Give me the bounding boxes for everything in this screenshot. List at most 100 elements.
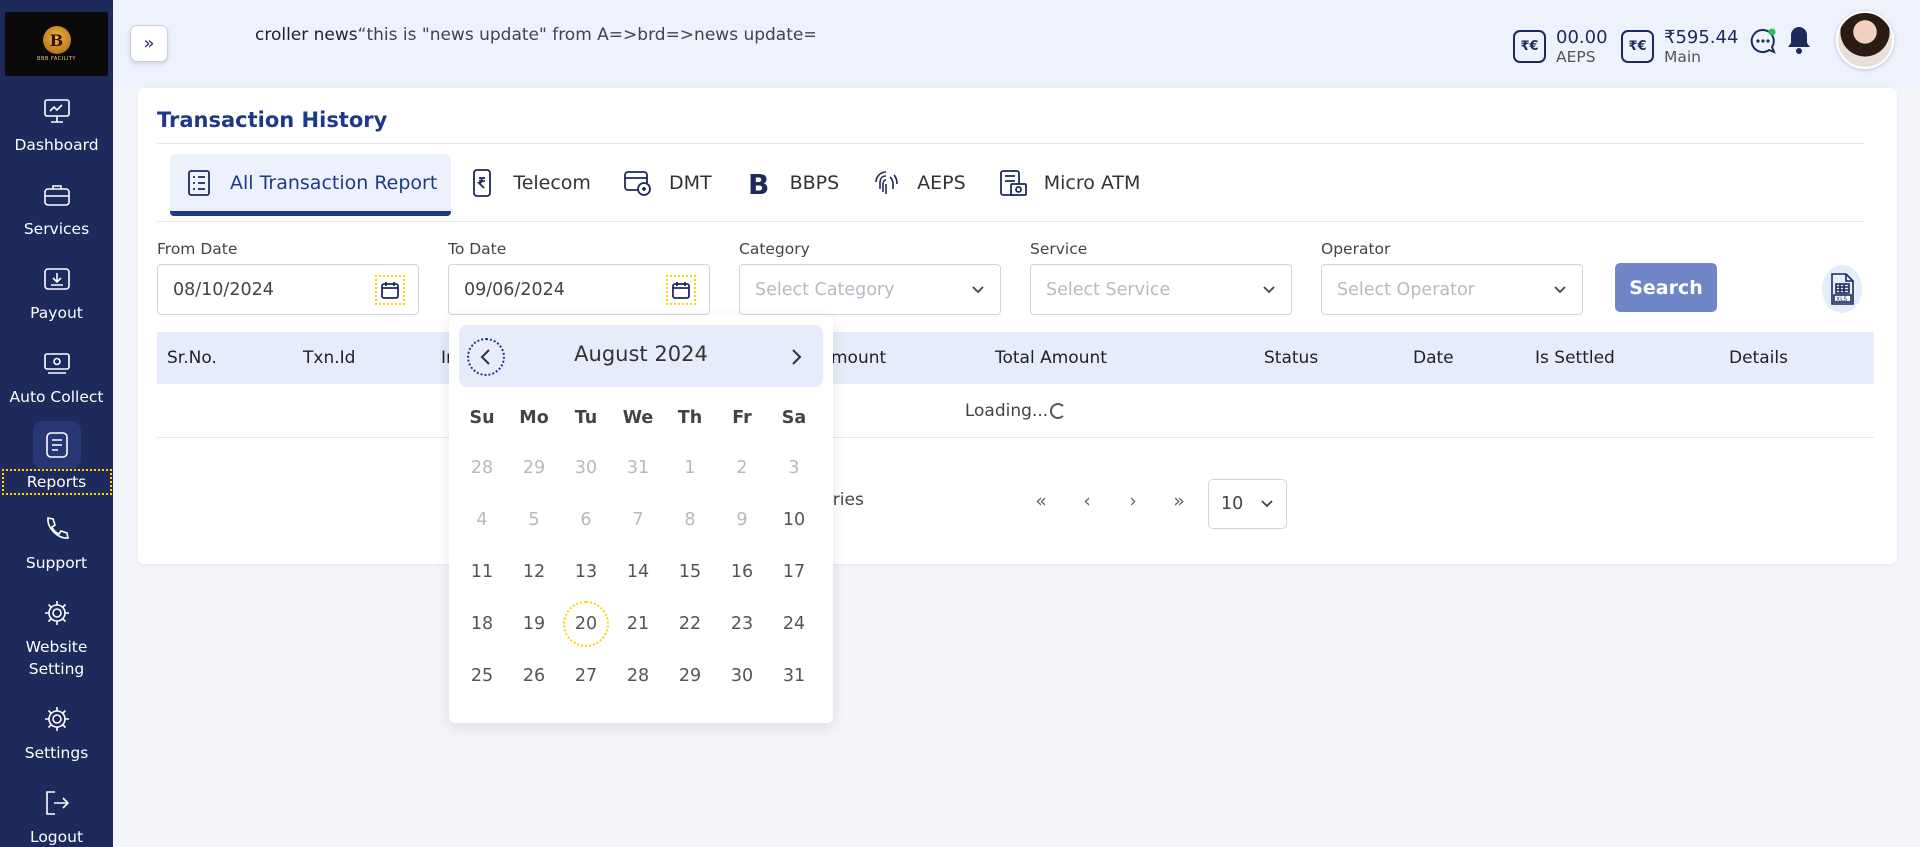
last-page-button[interactable]: »: [1156, 486, 1202, 516]
column-header: Status: [1264, 348, 1319, 368]
calendar-day[interactable]: 14: [615, 549, 661, 595]
tab-dmt[interactable]: DMT: [607, 154, 728, 212]
chevron-down-icon: [1260, 494, 1274, 514]
field-label: Category: [739, 240, 810, 258]
sidebar-item-label: Services: [23, 220, 90, 238]
wallet-label: Main: [1664, 48, 1702, 66]
tab-aeps[interactable]: AEPS: [855, 154, 982, 212]
first-page-button[interactable]: «: [1018, 486, 1064, 516]
calendar-day[interactable]: 18: [459, 601, 505, 647]
calendar-day[interactable]: 12: [511, 549, 557, 595]
calendar-day[interactable]: 24: [771, 601, 817, 647]
from-date-input[interactable]: 08/10/2024: [157, 264, 419, 315]
operator-select[interactable]: Select Operator: [1321, 264, 1583, 315]
calendar-day[interactable]: 7: [615, 497, 661, 543]
calendar-day[interactable]: 26: [511, 653, 557, 699]
rupee-wallet-icon: ₹€: [1513, 30, 1546, 63]
calendar-day[interactable]: 6: [563, 497, 609, 543]
chat-icon[interactable]: [1748, 26, 1778, 60]
export-xls-icon[interactable]: XLS: [1822, 265, 1862, 313]
calendar-icon[interactable]: [375, 274, 405, 305]
next-month-button[interactable]: [779, 340, 813, 374]
calendar-day[interactable]: 23: [719, 601, 765, 647]
sidebar-item-label: Support: [25, 554, 88, 572]
next-page-button[interactable]: ›: [1110, 486, 1156, 516]
top-bar: » croller news“this is "news update" fro…: [113, 0, 1920, 88]
column-header: Date: [1413, 348, 1454, 368]
field-value: 08/10/2024: [173, 279, 274, 300]
page-size-select[interactable]: 10: [1208, 479, 1287, 529]
calendar-day[interactable]: 29: [511, 445, 557, 491]
atm-icon: [998, 168, 1028, 198]
calendar-day[interactable]: 20: [563, 601, 609, 647]
sidebar-item-logout[interactable]: Logout: [0, 786, 113, 847]
sidebar-item-services[interactable]: Services: [0, 178, 113, 240]
ticker-lead: croller news: [255, 25, 358, 45]
calendar-day[interactable]: 31: [615, 445, 661, 491]
calendar-day[interactable]: 28: [459, 445, 505, 491]
calendar-day[interactable]: 28: [615, 653, 661, 699]
month-label[interactable]: August: [574, 342, 648, 366]
field-value: 09/06/2024: [464, 279, 565, 300]
calendar-day[interactable]: 5: [511, 497, 557, 543]
wallet-aeps[interactable]: ₹€ 00.00 AEPS: [1513, 28, 1608, 67]
tab-label: DMT: [668, 172, 712, 194]
calendar-day[interactable]: 19: [511, 601, 557, 647]
tab-all-transaction-report[interactable]: All Transaction Report: [170, 154, 452, 216]
calendar-day[interactable]: 27: [563, 653, 609, 699]
wallet-main[interactable]: ₹€ ₹595.44 Main: [1621, 28, 1738, 67]
calendar-day[interactable]: 30: [563, 445, 609, 491]
calendar-day[interactable]: 1: [667, 445, 713, 491]
sidebar-item-settings[interactable]: Settings: [0, 702, 113, 764]
expand-sidebar-button[interactable]: »: [130, 25, 168, 62]
rupee-wallet-icon: ₹€: [1621, 30, 1654, 63]
avatar[interactable]: [1836, 11, 1894, 69]
calendar-day[interactable]: 8: [667, 497, 713, 543]
calendar-day[interactable]: 17: [771, 549, 817, 595]
to-date-input[interactable]: 09/06/2024: [448, 264, 710, 315]
tab-bbps[interactable]: B BBPS: [728, 154, 856, 212]
news-ticker: croller news“this is "news update" from …: [255, 25, 815, 45]
prev-page-button[interactable]: ‹: [1064, 486, 1110, 516]
operator-field: Operator Select Operator: [1321, 240, 1583, 315]
tab-micro-atm[interactable]: Micro ATM: [982, 154, 1157, 212]
calendar-day[interactable]: 10: [771, 497, 817, 543]
calendar-icon[interactable]: [666, 274, 696, 305]
calendar-day[interactable]: 16: [719, 549, 765, 595]
logo-mark-icon: B: [42, 26, 71, 54]
year-label[interactable]: 2024: [654, 342, 707, 366]
sidebar-item-auto-collect[interactable]: Auto Collect: [0, 346, 113, 408]
calendar-day[interactable]: 25: [459, 653, 505, 699]
column-header: Txn.Id: [303, 348, 356, 368]
category-select[interactable]: Select Category: [739, 264, 1001, 315]
calendar-day[interactable]: 2: [719, 445, 765, 491]
calendar-day[interactable]: 29: [667, 653, 713, 699]
transaction-history-card: Transaction History All Transaction Repo…: [138, 88, 1897, 564]
sidebar-item-dashboard[interactable]: Dashboard: [0, 94, 113, 156]
service-field: Service Select Service: [1030, 240, 1292, 315]
sidebar-item-payout[interactable]: Payout: [0, 262, 113, 324]
calendar-day[interactable]: 30: [719, 653, 765, 699]
calendar-day[interactable]: 13: [563, 549, 609, 595]
sidebar-item-reports[interactable]: Reports: [0, 421, 113, 495]
tab-telecom[interactable]: Telecom: [451, 154, 607, 212]
calendar-day[interactable]: 22: [667, 601, 713, 647]
calendar-day[interactable]: 4: [459, 497, 505, 543]
brand-logo[interactable]: B BBB FACILITY: [5, 12, 108, 76]
calendar-day[interactable]: 3: [771, 445, 817, 491]
bell-icon[interactable]: [1785, 24, 1813, 60]
tab-label: AEPS: [917, 172, 966, 194]
spinner-icon: [1050, 402, 1067, 419]
double-chevron-right-icon: »: [143, 33, 155, 54]
service-select[interactable]: Select Service: [1030, 264, 1292, 315]
month-year-label: August 2024: [459, 342, 823, 366]
calendar-day[interactable]: 31: [771, 653, 817, 699]
calendar-day[interactable]: 11: [459, 549, 505, 595]
calendar-day[interactable]: 15: [667, 549, 713, 595]
search-button[interactable]: Search: [1615, 263, 1717, 312]
calendar-day[interactable]: 9: [719, 497, 765, 543]
auto-collect-icon: [40, 346, 74, 380]
calendar-day[interactable]: 21: [615, 601, 661, 647]
sidebar-item-support[interactable]: Support: [0, 512, 113, 574]
sidebar-item-website-setting[interactable]: Website Setting: [0, 596, 113, 680]
